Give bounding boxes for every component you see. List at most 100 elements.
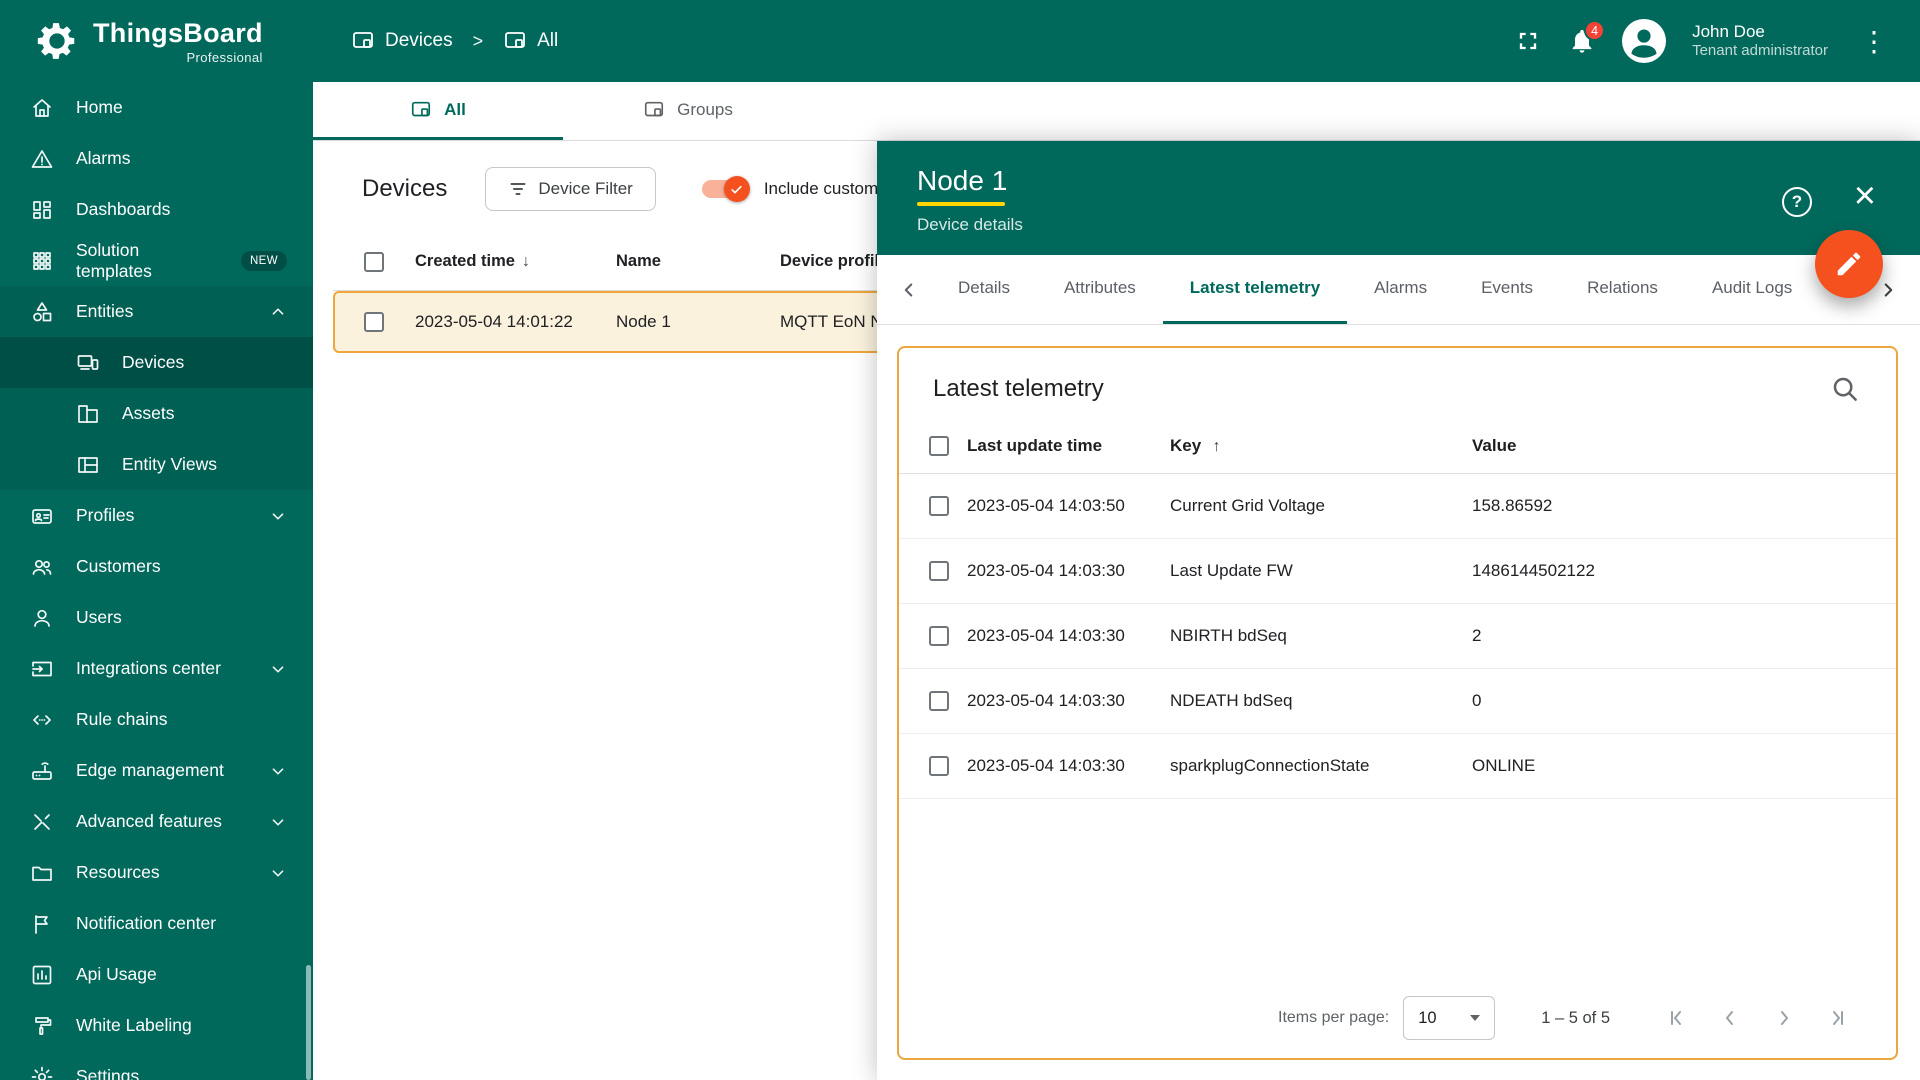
sidebar-item-home[interactable]: Home (0, 82, 313, 133)
select-all-checkbox[interactable] (929, 435, 949, 456)
sidebar-scrollbar[interactable] (306, 965, 311, 1080)
chevron-up-icon (267, 301, 289, 323)
table-row[interactable]: 2023-05-04 14:03:30 NBIRTH bdSeq 2 (899, 604, 1896, 669)
sidebar-item-label: Assets (122, 403, 175, 423)
tab-attributes[interactable]: Attributes (1037, 255, 1163, 324)
logo[interactable]: ThingsBoard Professional (0, 18, 313, 65)
edit-fab-button[interactable] (1815, 230, 1883, 298)
sidebar-item-assets[interactable]: Assets (0, 388, 313, 439)
sidebar-item-notification-center[interactable]: Notification center (0, 898, 313, 949)
row-checkbox[interactable] (929, 626, 949, 646)
chevron-down-icon (267, 760, 289, 782)
breadcrumb-label: Devices (385, 30, 453, 51)
table-row[interactable]: 2023-05-04 14:03:30 Last Update FW 14861… (899, 539, 1896, 604)
row-checkbox[interactable] (364, 312, 384, 332)
title-highlight-underline (917, 202, 1005, 206)
thingsboard-gear-logo-icon (34, 18, 80, 64)
tab-relations[interactable]: Relations (1560, 255, 1685, 324)
chevron-down-icon (267, 505, 289, 527)
table-row[interactable]: 2023-05-04 14:03:30 NDEATH bdSeq 0 (899, 669, 1896, 734)
device-group-icon (643, 99, 665, 121)
advanced-tools-icon (30, 810, 54, 834)
last-page-icon[interactable] (1818, 998, 1858, 1038)
sidebar-item-label: Devices (122, 352, 185, 372)
row-checkbox[interactable] (929, 756, 949, 776)
sidebar-item-solution-templates[interactable]: Solution templates NEW (0, 235, 313, 286)
sidebar-item-white-labeling[interactable]: White Labeling (0, 1000, 313, 1051)
column-created-time[interactable]: Created time ↓ (415, 252, 616, 271)
assets-building-icon (76, 402, 100, 426)
sidebar-item-settings[interactable]: Settings (0, 1051, 313, 1080)
tab-details[interactable]: Details (931, 255, 1037, 324)
avatar[interactable] (1622, 19, 1667, 63)
details-panel-body: Latest telemetry Last update time Key ↑ … (877, 325, 1920, 1080)
sidebar-item-integrations-center[interactable]: Integrations center (0, 643, 313, 694)
tabs-scroll-left-icon[interactable] (887, 268, 931, 312)
sidebar-item-label: Advanced features (76, 811, 222, 831)
breadcrumb-devices[interactable]: Devices (351, 29, 453, 53)
telemetry-card-header: Latest telemetry (899, 348, 1896, 418)
help-icon[interactable]: ? (1782, 187, 1812, 217)
column-name[interactable]: Name (616, 252, 780, 271)
sidebar-item-alarms[interactable]: Alarms (0, 133, 313, 184)
sidebar-item-advanced-features[interactable]: Advanced features (0, 796, 313, 847)
details-tabs: Details Attributes Latest telemetry Alar… (877, 255, 1920, 325)
notification-flag-icon (30, 912, 54, 936)
table-row[interactable]: 2023-05-04 14:03:30 sparkplugConnectionS… (899, 734, 1896, 799)
dashboards-icon (30, 198, 54, 222)
resources-folder-icon (30, 861, 54, 885)
profiles-badge-icon (30, 504, 54, 528)
device-filter-button[interactable]: Device Filter (485, 167, 656, 211)
column-last-update-time[interactable]: Last update time (967, 436, 1170, 456)
tab-latest-telemetry[interactable]: Latest telemetry (1162, 255, 1348, 324)
breadcrumb-label: All (537, 30, 559, 51)
sidebar-item-resources[interactable]: Resources (0, 847, 313, 898)
sort-desc-icon: ↓ (521, 253, 530, 270)
sidebar-item-rule-chains[interactable]: Rule chains (0, 694, 313, 745)
column-value[interactable]: Value (1472, 436, 1896, 456)
pager-controls (1656, 998, 1858, 1038)
items-per-page-select[interactable]: 10 (1403, 996, 1496, 1040)
entity-group-tabs: All Groups (313, 82, 1920, 141)
sidebar-item-label: Integrations center (76, 658, 221, 678)
sidebar-item-edge-management[interactable]: Edge management (0, 745, 313, 796)
tab-events[interactable]: Events (1454, 255, 1560, 324)
fullscreen-icon[interactable] (1514, 27, 1542, 55)
notifications-bell-icon[interactable]: 4 (1568, 20, 1606, 55)
sidebar-item-customers[interactable]: Customers (0, 541, 313, 592)
integrations-input-icon (30, 657, 54, 681)
column-key[interactable]: Key ↑ (1170, 436, 1472, 456)
include-customers-toggle[interactable] (701, 176, 750, 202)
sidebar-item-label: Alarms (76, 148, 131, 168)
row-checkbox[interactable] (929, 561, 949, 581)
tab-audit-logs[interactable]: Audit Logs (1685, 255, 1819, 324)
tab-alarms[interactable]: Alarms (1347, 255, 1454, 324)
sidebar-item-api-usage[interactable]: Api Usage (0, 949, 313, 1000)
user-role: Tenant administrator (1692, 42, 1828, 60)
sidebar-item-devices[interactable]: Devices (0, 337, 313, 388)
previous-page-icon[interactable] (1710, 998, 1750, 1038)
items-per-page-label: Items per page: (1278, 1009, 1390, 1026)
sidebar-item-users[interactable]: Users (0, 592, 313, 643)
latest-telemetry-card: Latest telemetry Last update time Key ↑ … (897, 346, 1898, 1060)
select-all-checkbox[interactable] (364, 251, 384, 272)
sidebar-item-entity-views[interactable]: Entity Views (0, 439, 313, 490)
thingsboard-app: ThingsBoard Professional Devices > All 4… (0, 0, 1920, 1080)
cell-key: NDEATH bdSeq (1170, 691, 1293, 710)
first-page-icon[interactable] (1656, 998, 1696, 1038)
sidebar-item-dashboards[interactable]: Dashboards (0, 184, 313, 235)
more-menu-icon[interactable]: ⋮ (1854, 25, 1894, 58)
table-row[interactable]: 2023-05-04 14:03:50 Current Grid Voltage… (899, 474, 1896, 539)
sidebar-item-entities[interactable]: Entities (0, 286, 313, 337)
sidebar-item-label: Entity Views (122, 454, 217, 474)
tab-all[interactable]: All (313, 82, 563, 140)
breadcrumb-all[interactable]: All (503, 29, 558, 53)
sidebar-item-label: Entities (76, 301, 134, 321)
tab-groups[interactable]: Groups (563, 82, 813, 140)
sidebar-item-profiles[interactable]: Profiles (0, 490, 313, 541)
row-checkbox[interactable] (929, 691, 949, 711)
next-page-icon[interactable] (1764, 998, 1804, 1038)
search-icon[interactable] (1830, 374, 1860, 404)
close-icon[interactable]: × (1854, 177, 1876, 215)
row-checkbox[interactable] (929, 496, 949, 516)
